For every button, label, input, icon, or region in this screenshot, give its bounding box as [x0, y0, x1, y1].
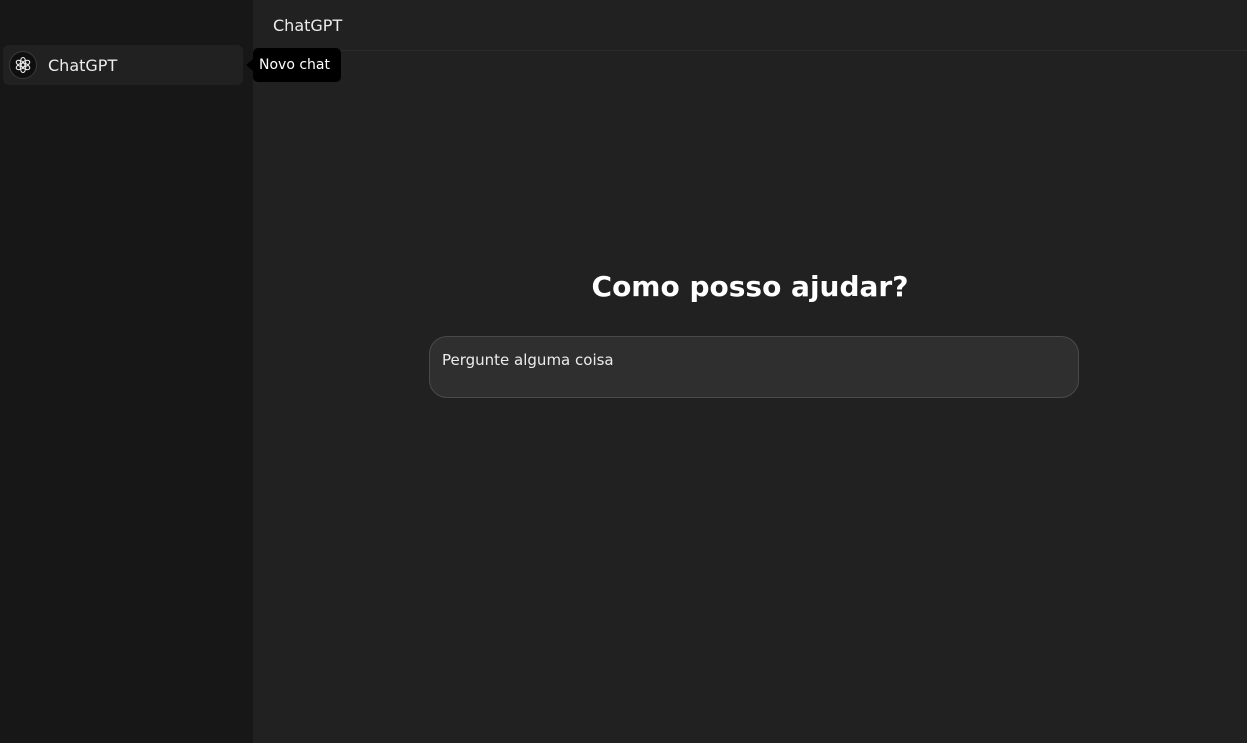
top-bar: ChatGPT — [253, 0, 1247, 51]
page-heading: Como posso ajudar? — [591, 270, 909, 303]
app-window: ChatGPT Novo chat ChatGPT Como posso aju… — [0, 0, 1247, 743]
new-chat-tooltip: Novo chat — [246, 48, 341, 82]
model-title[interactable]: ChatGPT — [273, 16, 342, 35]
openai-logo-icon — [9, 51, 37, 79]
prompt-box[interactable] — [429, 336, 1079, 398]
tooltip-arrow — [246, 59, 253, 71]
tooltip-text: Novo chat — [259, 57, 330, 73]
sidebar-item-chatgpt[interactable]: ChatGPT — [3, 45, 243, 85]
sidebar-item-label: ChatGPT — [48, 55, 118, 75]
main-panel: ChatGPT Como posso ajudar? — [253, 0, 1247, 743]
sidebar: ChatGPT — [0, 0, 253, 743]
prompt-input[interactable] — [442, 351, 1066, 369]
